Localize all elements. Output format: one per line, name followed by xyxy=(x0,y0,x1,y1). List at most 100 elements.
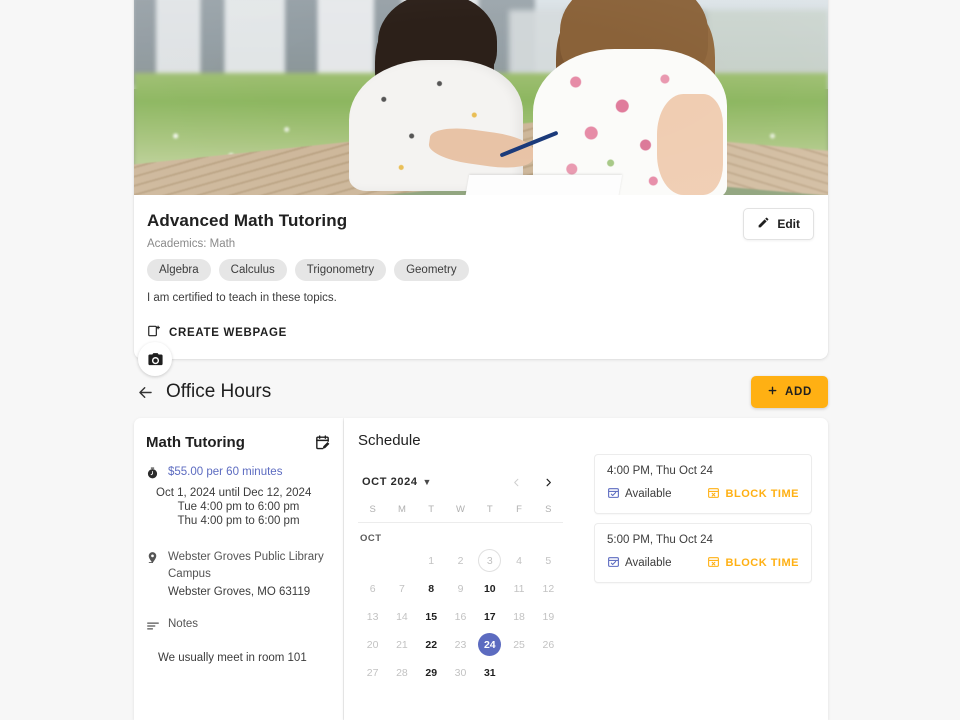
calendar-day-24[interactable]: 24 xyxy=(475,632,504,657)
block-time-button[interactable]: BLOCK TIME xyxy=(707,555,799,571)
calendar-day-15[interactable]: 15 xyxy=(417,604,446,629)
dow-label: W xyxy=(456,504,465,515)
dow-label: S xyxy=(545,504,552,515)
camera-icon[interactable] xyxy=(138,342,172,376)
calendar-day-26: 26 xyxy=(534,632,563,657)
time-slot-list: 4:00 PM, Thu Oct 24 Available BLOCK TIME 5:… xyxy=(594,454,812,592)
calendar-day-11: 11 xyxy=(504,576,533,601)
page-title: Advanced Math Tutoring xyxy=(147,211,348,230)
price-label: $55.00 per 60 minutes xyxy=(168,466,283,478)
price-row: $55.00 per 60 minutes xyxy=(146,466,331,485)
calendar-day-8[interactable]: 8 xyxy=(417,576,446,601)
block-time-button[interactable]: BLOCK TIME xyxy=(707,486,799,502)
calendar-day-28: 28 xyxy=(387,660,416,685)
availability-label: Available xyxy=(625,557,672,569)
chevron-right-icon[interactable] xyxy=(541,473,555,491)
calendar-day-13: 13 xyxy=(358,604,387,629)
hero-photo xyxy=(134,0,828,195)
block-time-label: BLOCK TIME xyxy=(725,557,799,569)
calendar-day-number: 11 xyxy=(513,582,525,595)
calendar-day-number: 21 xyxy=(396,638,408,651)
profile-subject: Academics: Math xyxy=(147,238,236,250)
time-slot-card: 4:00 PM, Thu Oct 24 Available BLOCK TIME xyxy=(594,454,812,514)
topic-chip[interactable]: Algebra xyxy=(147,259,211,281)
calendar-day-blank xyxy=(358,548,387,573)
calendar-day-number: 28 xyxy=(396,666,408,679)
date-range: Oct 1, 2024 until Dec 12, 2024 xyxy=(156,487,312,499)
calendar-day-number: 3 xyxy=(478,549,502,572)
calendar-check-icon xyxy=(607,555,620,571)
calendar-day-number: 23 xyxy=(454,638,467,651)
calendar-day-1: 1 xyxy=(417,548,446,573)
calendar-day-number: 27 xyxy=(366,666,379,679)
calendar-day-number: 2 xyxy=(457,554,464,567)
calendar-day-22[interactable]: 22 xyxy=(417,632,446,657)
calendar-day-number: 6 xyxy=(369,582,376,595)
calendar-day-number: 22 xyxy=(425,638,438,651)
arrow-left-icon[interactable] xyxy=(134,381,156,403)
topic-chip[interactable]: Trigonometry xyxy=(294,259,387,281)
dow-label: S xyxy=(369,504,376,515)
topic-chip[interactable]: Geometry xyxy=(394,259,469,281)
calendar-day-16: 16 xyxy=(446,604,475,629)
calendar-day-27: 27 xyxy=(358,660,387,685)
location-name: Webster Groves Public Library Campus xyxy=(168,551,324,580)
profile-body: Advanced Math Tutoring Academics: Math A… xyxy=(134,195,828,359)
calendar-nav xyxy=(509,473,559,491)
calendar-day-18: 18 xyxy=(504,604,533,629)
calendar-day-number: 14 xyxy=(396,610,408,623)
calendar-day-17[interactable]: 17 xyxy=(475,604,504,629)
calendar-day-5: 5 xyxy=(534,548,563,573)
edit-button[interactable]: Edit xyxy=(743,208,814,240)
calendar-check-icon xyxy=(607,486,620,502)
create-webpage-button[interactable]: CREATE WEBPAGE xyxy=(147,324,810,341)
calendar-day-number: 30 xyxy=(454,666,467,679)
calendar-day-3: 3 xyxy=(475,548,504,573)
calendar-day-number: 15 xyxy=(425,610,438,623)
map-pin-icon xyxy=(146,549,162,582)
add-button[interactable]: ADD xyxy=(750,376,828,408)
notes-row: Notes xyxy=(146,618,331,638)
chevron-left-icon[interactable] xyxy=(509,473,523,491)
calendar-day-number: 25 xyxy=(513,638,525,651)
schedule-card: Schedule OCT 2024 ▼ S M T W T F S OCT 1 … xyxy=(344,418,828,720)
month-selector[interactable]: OCT 2024 ▼ xyxy=(362,476,431,488)
calendar-day-number: 31 xyxy=(483,666,496,679)
calendar-day-number: 24 xyxy=(478,633,502,656)
calendar-x-icon xyxy=(707,555,720,571)
edit-label: Edit xyxy=(777,217,800,231)
topic-chip[interactable]: Calculus xyxy=(218,259,287,281)
calendar-day-number: 9 xyxy=(457,582,464,595)
month-label: OCT 2024 xyxy=(362,476,418,488)
calendar-day-14: 14 xyxy=(387,604,416,629)
calendar-day-29[interactable]: 29 xyxy=(417,660,446,685)
notes-icon xyxy=(146,618,162,638)
calendar: OCT 2024 ▼ S M T W T F S OCT 1 2 3 4 5 6… xyxy=(358,468,563,685)
calendar-day-30: 30 xyxy=(446,660,475,685)
calendar-day-31[interactable]: 31 xyxy=(475,660,504,685)
day-of-week-row: S M T W T F S xyxy=(358,504,563,523)
calendar-day-10[interactable]: 10 xyxy=(475,576,504,601)
plus-icon xyxy=(767,385,778,399)
schedule-time: Thu 4:00 pm to 6:00 pm xyxy=(177,515,300,527)
calendar-day-9: 9 xyxy=(446,576,475,601)
availability-label: Available xyxy=(625,488,672,500)
calendar-day-20: 20 xyxy=(358,632,387,657)
calendar-day-7: 7 xyxy=(387,576,416,601)
calendar-day-25: 25 xyxy=(504,632,533,657)
stopwatch-icon xyxy=(146,466,162,485)
calendar-edit-icon[interactable] xyxy=(314,434,331,456)
profile-card: Advanced Math Tutoring Academics: Math A… xyxy=(134,0,828,376)
slot-actions: Available BLOCK TIME xyxy=(607,486,799,502)
calendar-day-21: 21 xyxy=(387,632,416,657)
time-slot-card: 5:00 PM, Thu Oct 24 Available BLOCK TIME xyxy=(594,523,812,583)
details-title: Math Tutoring xyxy=(146,434,245,451)
create-webpage-label: CREATE WEBPAGE xyxy=(169,326,287,339)
calendar-x-icon xyxy=(707,486,720,502)
calendar-grid: 1 2 3 4 5 6 7 8 9 10 11 12 13 14 15 16 17 18 19 20 21 22 23 24 2… xyxy=(358,548,563,685)
chevron-down-icon: ▼ xyxy=(422,477,432,487)
profile-description: I am certified to teach in these topics. xyxy=(147,292,337,304)
calendar-day-6: 6 xyxy=(358,576,387,601)
calendar-day-number: 19 xyxy=(542,610,555,623)
dow-label: T xyxy=(428,504,435,515)
